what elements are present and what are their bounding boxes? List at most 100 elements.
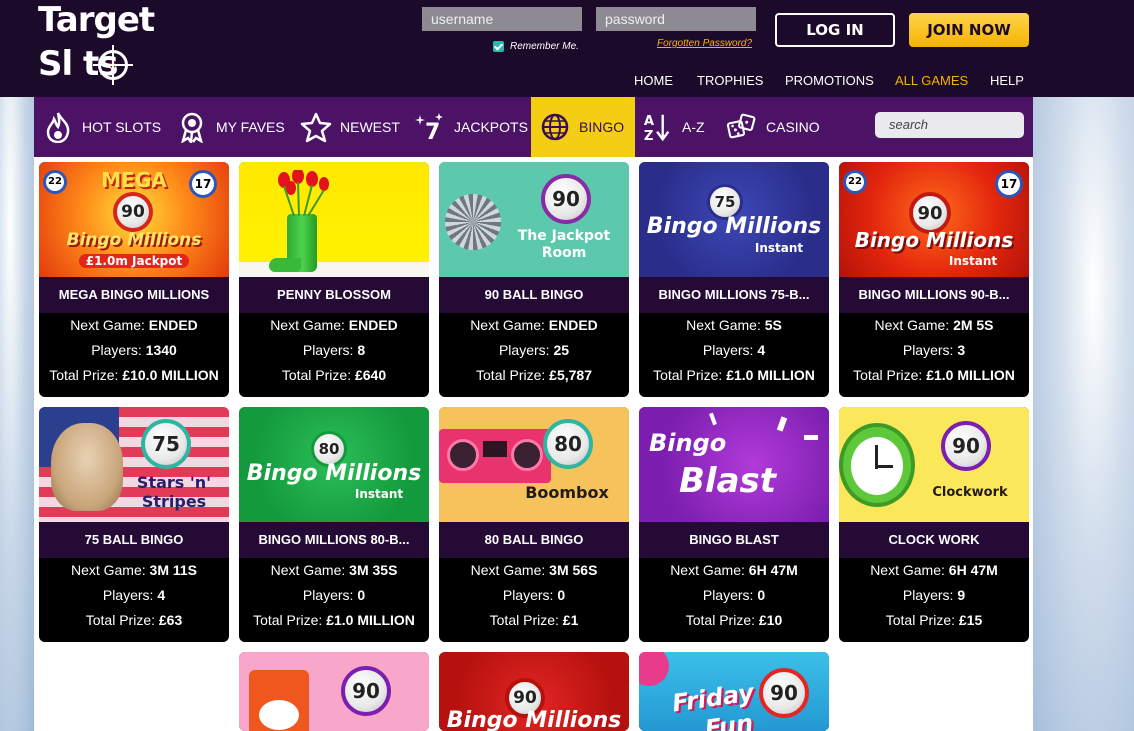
next-game-value: 3M 56S	[549, 562, 598, 578]
sparkle-seven-icon: 7	[414, 111, 446, 143]
prize-value: £10.0 MILLION	[122, 367, 219, 383]
target-slots-logo[interactable]: Target Sl ts	[38, 2, 178, 90]
logo-line-1: Target	[38, 0, 155, 40]
art-sub-text: Blast	[679, 461, 777, 501]
game-card[interactable]: PENNY BLOSSOM Next Game: ENDED Players: …	[239, 162, 429, 397]
az-sort-icon: AZ	[642, 111, 674, 143]
category-newest[interactable]: NEWEST	[300, 97, 400, 157]
game-info: Next Game: ENDED Players: 8 Total Prize:…	[270, 317, 398, 383]
username-input[interactable]: username	[422, 7, 582, 31]
alarm-clock-icon	[839, 423, 915, 507]
nav-all-games[interactable]: ALL GAMES	[895, 73, 968, 88]
players-value: 3	[957, 342, 966, 358]
game-card[interactable]: 80 Bingo Millions Instant BINGO MILLIONS…	[239, 407, 429, 642]
game-card[interactable]: Bingo Blast BINGO BLAST Next Game: 6H 47…	[639, 407, 829, 642]
bingo-ball: 90	[941, 421, 991, 471]
game-thumbnail	[239, 162, 429, 277]
mini-ball-icon: 17	[189, 170, 217, 198]
category-a-z[interactable]: AZ A-Z	[642, 97, 705, 157]
category-casino[interactable]: CASINO	[726, 97, 820, 157]
forgot-password-link[interactable]: Forgotten Password?	[657, 38, 752, 49]
category-label: BINGO	[579, 119, 625, 135]
category-hot-slots[interactable]: HOT SLOTS	[42, 97, 161, 157]
game-card[interactable]: 90	[239, 652, 429, 731]
art-title-text: Bingo Millions	[446, 708, 622, 731]
game-info: Next Game: 6H 47M Players: 9 Total Prize…	[870, 562, 998, 628]
game-card[interactable]: Friday Fun 90	[639, 652, 829, 731]
game-card[interactable]: 90 The Jackpot Room 90 BALL BINGO Next G…	[439, 162, 629, 397]
game-card[interactable]: 75 Bingo Millions Instant BINGO MILLIONS…	[639, 162, 829, 397]
game-card[interactable]: 90 Clockwork CLOCK WORK Next Game: 6H 47…	[839, 407, 1029, 642]
game-card[interactable]: 90 Bingo Millions Instant 22 17 BINGO MI…	[839, 162, 1029, 397]
prize-value: £1.0 MILLION	[726, 367, 815, 383]
game-title: 80 BALL BINGO	[439, 522, 629, 558]
search-input[interactable]: search	[875, 112, 1024, 138]
game-info: Next Game: 3M 11S Players: 4 Total Prize…	[70, 562, 198, 628]
boombox-icon	[439, 429, 551, 483]
next-game-value: 3M 35S	[349, 562, 398, 578]
password-input[interactable]: password	[596, 7, 756, 31]
svg-text:A: A	[644, 114, 655, 129]
join-now-button[interactable]: JOIN NOW	[909, 13, 1029, 47]
art-sub-text: Room	[541, 245, 587, 261]
game-info: Next Game: 2M 5S Players: 3 Total Prize:…	[853, 317, 1015, 383]
art-title-text: Bingo Millions	[646, 214, 822, 239]
nav-promotions[interactable]: PROMOTIONS	[785, 73, 874, 88]
art-title-text: Bingo	[649, 429, 727, 457]
mini-ball-icon: 22	[843, 170, 867, 194]
players-value: 25	[553, 342, 570, 358]
site-header: Target Sl ts username password Remember …	[0, 0, 1134, 97]
nav-help[interactable]: HELP	[990, 73, 1024, 88]
next-game-value: 5S	[764, 317, 782, 333]
game-card[interactable]: MEGA 90 Bingo Millions £1.0m Jackpot 22 …	[39, 162, 229, 397]
bingo-ball: 90	[113, 192, 153, 232]
bingo-ball: 90	[341, 666, 391, 716]
category-label: MY FAVES	[216, 119, 285, 135]
game-thumbnail: 90 The Jackpot Room	[439, 162, 629, 277]
category-jackpots[interactable]: 7 JACKPOTS	[414, 97, 528, 157]
rosette-icon	[176, 111, 208, 143]
game-thumbnail: 90 Bingo Millions	[439, 652, 629, 731]
prize-value: £640	[354, 367, 387, 383]
game-thumbnail: 90 Clockwork	[839, 407, 1029, 522]
game-card[interactable]: 80 Boombox 80 BALL BINGO Next Game: 3M 5…	[439, 407, 629, 642]
game-thumbnail: MEGA 90 Bingo Millions £1.0m Jackpot 22 …	[39, 162, 229, 277]
prize-value: £1.0 MILLION	[926, 367, 1015, 383]
players-value: 8	[357, 342, 366, 358]
players-value: 1340	[145, 342, 177, 358]
remember-me[interactable]: Remember Me.	[493, 39, 579, 53]
prize-value: £15	[958, 612, 983, 628]
svg-text:Z: Z	[644, 129, 654, 143]
star-icon	[300, 111, 332, 143]
mini-ball-icon: 17	[995, 170, 1023, 198]
nav-trophies[interactable]: TROPHIES	[697, 73, 763, 88]
game-title: BINGO MILLIONS 90-B...	[839, 277, 1029, 313]
next-game-value: 3M 11S	[149, 562, 198, 578]
nav-home[interactable]: HOME	[634, 73, 673, 88]
players-value: 0	[557, 587, 566, 603]
next-game-value: 2M 5S	[953, 317, 994, 333]
art-title-text: The Jackpot	[517, 228, 611, 244]
flame-icon	[42, 111, 74, 143]
game-card[interactable]: 90 Bingo Millions	[439, 652, 629, 731]
prize-value: £1.0 MILLION	[326, 612, 415, 628]
art-sub-text: Stripes	[141, 492, 207, 511]
players-value: 0	[357, 587, 366, 603]
game-title: MEGA BINGO MILLIONS	[39, 277, 229, 313]
pug-dog	[51, 423, 123, 511]
art-title-text: Clockwork	[932, 485, 1008, 500]
game-thumbnail: Friday Fun 90	[639, 652, 829, 731]
art-title-text: Stars 'n'	[136, 473, 212, 492]
category-label: JACKPOTS	[454, 119, 528, 135]
category-bingo[interactable]: BINGO	[531, 97, 635, 157]
remember-checkbox[interactable]	[493, 40, 504, 52]
game-card[interactable]: 75 Stars 'n' Stripes 75 BALL BINGO Next …	[39, 407, 229, 642]
category-bar: HOT SLOTS MY FAVES NEWEST 7 JACKPOTS BIN…	[34, 97, 1033, 157]
prize-value: £63	[158, 612, 183, 628]
art-sub-text: Instant	[354, 487, 404, 501]
login-button[interactable]: LOG IN	[775, 13, 895, 47]
game-info: Next Game: ENDED Players: 25 Total Prize…	[470, 317, 598, 383]
scales-icon	[249, 670, 309, 731]
category-my-faves[interactable]: MY FAVES	[176, 97, 285, 157]
art-title-text: Bingo Millions	[854, 228, 1014, 252]
